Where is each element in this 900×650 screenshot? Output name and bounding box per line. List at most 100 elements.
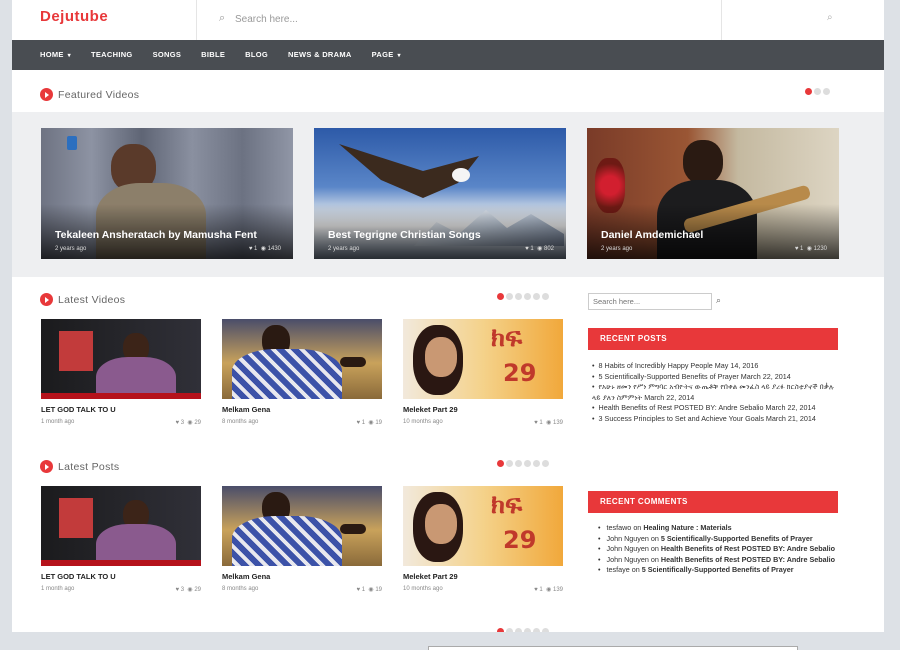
featured-stats: ♥ 1 ◉ 1230 [794,246,827,252]
latest-posts-pager[interactable] [495,460,549,467]
video-card[interactable]: LET GOD TALK TO U 1 month ago ♥ 3 ◉ 29 [41,319,201,426]
post-thumbnail: ክፍ 29 [403,486,563,566]
recent-comments-list: tesfawo on Healing Nature : Materials Jo… [598,523,838,576]
featured-title[interactable]: Best Tegrigne Christian Songs [328,229,481,241]
recent-post-link[interactable]: የአሁኑ ዘመን የሥነ ምግባር አብዮትና ውጤቶቹ የበቀል መንፈስ ላ… [592,382,838,403]
nav-item-bible[interactable]: BIBLE [201,40,225,70]
nav-item-blog[interactable]: BLOG [245,40,268,70]
latest-posts-heading: Latest Posts [40,460,119,473]
video-thumbnail [222,319,382,399]
post-stats: ♥ 3 ◉ 29 [175,587,201,593]
comment-post-link[interactable]: Healing Nature : Materials [643,523,731,532]
nav-item-teaching[interactable]: TEACHING [91,40,133,70]
comment-post-link[interactable]: 5 Scientifically-Supported Benefits of P… [661,534,813,543]
latest-videos-heading: Latest Videos [40,293,125,306]
featured-stats: ♥ 1 ◉ 1430 [248,246,281,252]
video-thumbnail [41,319,201,399]
footer-field[interactable] [428,646,798,650]
comment-post-link[interactable]: 5 Scientifically-Supported Benefits of P… [642,565,794,574]
recent-post-link[interactable]: 5 Scientifically-Supported Benefits of P… [592,372,838,383]
pager-dot[interactable] [823,88,830,95]
nav-item-home[interactable]: HOME ▾ [40,40,71,70]
pager-dot[interactable] [805,88,812,95]
pager-dot[interactable] [533,460,540,467]
comment-author[interactable]: John Nguyen [607,534,649,543]
search-icon[interactable]: ⌕ [716,295,721,306]
nav-item-page[interactable]: PAGE ▾ [372,40,401,70]
search-icon: ⌕ [219,12,226,24]
video-stats: ♥ 1 ◉ 19 [356,420,382,426]
recent-comment: tesfawo on Healing Nature : Materials [598,523,838,534]
site-logo[interactable]: Dejutube [40,8,108,25]
post-title[interactable]: LET GOD TALK TO U [41,572,201,581]
video-card[interactable]: ክፍ 29 Meleket Part 29 10 months ago ♥ 1 ◉… [403,319,563,426]
video-title[interactable]: LET GOD TALK TO U [41,405,201,414]
comment-post-link[interactable]: Health Benefits of Rest POSTED BY: Andre… [661,555,835,564]
video-title[interactable]: Melkam Gena [222,405,382,414]
post-age: 1 month ago [41,586,75,592]
featured-age: 2 years ago [328,246,360,252]
recent-comment: John Nguyen on Health Benefits of Rest P… [598,544,838,555]
header-search: ⌕ [196,0,722,40]
recent-post-link[interactable]: 3 Success Principles to Set and Achieve … [592,414,838,425]
caret-down-icon: ▾ [65,53,71,59]
video-age: 1 month ago [41,419,75,425]
recent-comment: tesfaye on 5 Scientifically-Supported Be… [598,565,838,576]
video-stats: ♥ 1 ◉ 139 [534,420,563,426]
pager-dot[interactable] [542,293,549,300]
post-stats: ♥ 1 ◉ 139 [534,587,563,593]
nav-item-news-drama[interactable]: NEWS & DRAMA [288,40,352,70]
pager-dot[interactable] [506,293,513,300]
video-card[interactable]: Melkam Gena 8 months ago ♥ 1 ◉ 19 [222,319,382,426]
main-nav: HOME ▾ TEACHING SONGS BIBLE BLOG NEWS & … [12,40,884,70]
nav-item-songs[interactable]: SONGS [153,40,182,70]
featured-age: 2 years ago [55,246,87,252]
recent-posts-title: RECENT POSTS [588,328,838,350]
comment-author[interactable]: tesfaye [607,565,630,574]
featured-title[interactable]: Daniel Amdemichael [601,229,703,241]
featured-card[interactable]: Daniel Amdemichael 2 years ago ♥ 1 ◉ 123… [587,128,839,259]
pager-dot[interactable] [814,88,821,95]
pager-dot[interactable] [506,460,513,467]
featured-card[interactable]: Best Tegrigne Christian Songs 2 years ag… [314,128,566,259]
recent-comments-title: RECENT COMMENTS [588,491,838,513]
comment-post-link[interactable]: Health Benefits of Rest POSTED BY: Andre… [661,544,835,553]
header-search-input[interactable] [235,9,695,29]
play-icon [40,293,53,306]
sidebar-search-input[interactable] [588,293,712,310]
recent-post-link[interactable]: 8 Habits of Incredibly Happy People May … [592,361,838,372]
pager-dot[interactable] [497,460,504,467]
comment-author[interactable]: John Nguyen [607,544,649,553]
featured-pager[interactable] [803,88,830,95]
post-stats: ♥ 1 ◉ 19 [356,587,382,593]
search-icon[interactable]: ⌕ [827,12,833,23]
comment-author[interactable]: John Nguyen [607,555,649,564]
video-age: 8 months ago [222,419,259,425]
post-card[interactable]: ክፍ 29 Meleket Part 29 10 months ago ♥ 1 ◉… [403,486,563,593]
featured-title[interactable]: Tekaleen Ansheratach by Mamusha Fent [55,229,257,241]
latest-videos-pager[interactable] [495,293,549,300]
featured-stats: ♥ 1 ◉ 802 [525,246,554,252]
post-title[interactable]: Melkam Gena [222,572,382,581]
featured-card[interactable]: Tekaleen Ansheratach by Mamusha Fent 2 y… [41,128,293,259]
recent-post-link[interactable]: Health Benefits of Rest POSTED BY: Andre… [592,403,838,414]
site-header: Dejutube ⌕ ⌕ [12,0,884,40]
pager-dot[interactable] [533,293,540,300]
recent-comment: John Nguyen on 5 Scientifically-Supporte… [598,534,838,545]
post-title[interactable]: Meleket Part 29 [403,572,563,581]
post-card[interactable]: LET GOD TALK TO U 1 month ago ♥ 3 ◉ 29 [41,486,201,593]
video-stats: ♥ 3 ◉ 29 [175,420,201,426]
comment-author[interactable]: tesfawo [607,523,632,532]
pager-dot[interactable] [515,293,522,300]
featured-heading: Featured Videos [40,88,139,101]
pager-dot[interactable] [524,293,531,300]
post-age: 8 months ago [222,586,259,592]
pager-dot[interactable] [524,460,531,467]
post-card[interactable]: Melkam Gena 8 months ago ♥ 1 ◉ 19 [222,486,382,593]
video-title[interactable]: Meleket Part 29 [403,405,563,414]
pager-dot[interactable] [515,460,522,467]
page: Dejutube ⌕ ⌕ HOME ▾ TEACHING SONGS BIBLE… [12,0,884,632]
pager-dot[interactable] [542,460,549,467]
post-age: 10 months ago [403,586,443,592]
pager-dot[interactable] [497,293,504,300]
